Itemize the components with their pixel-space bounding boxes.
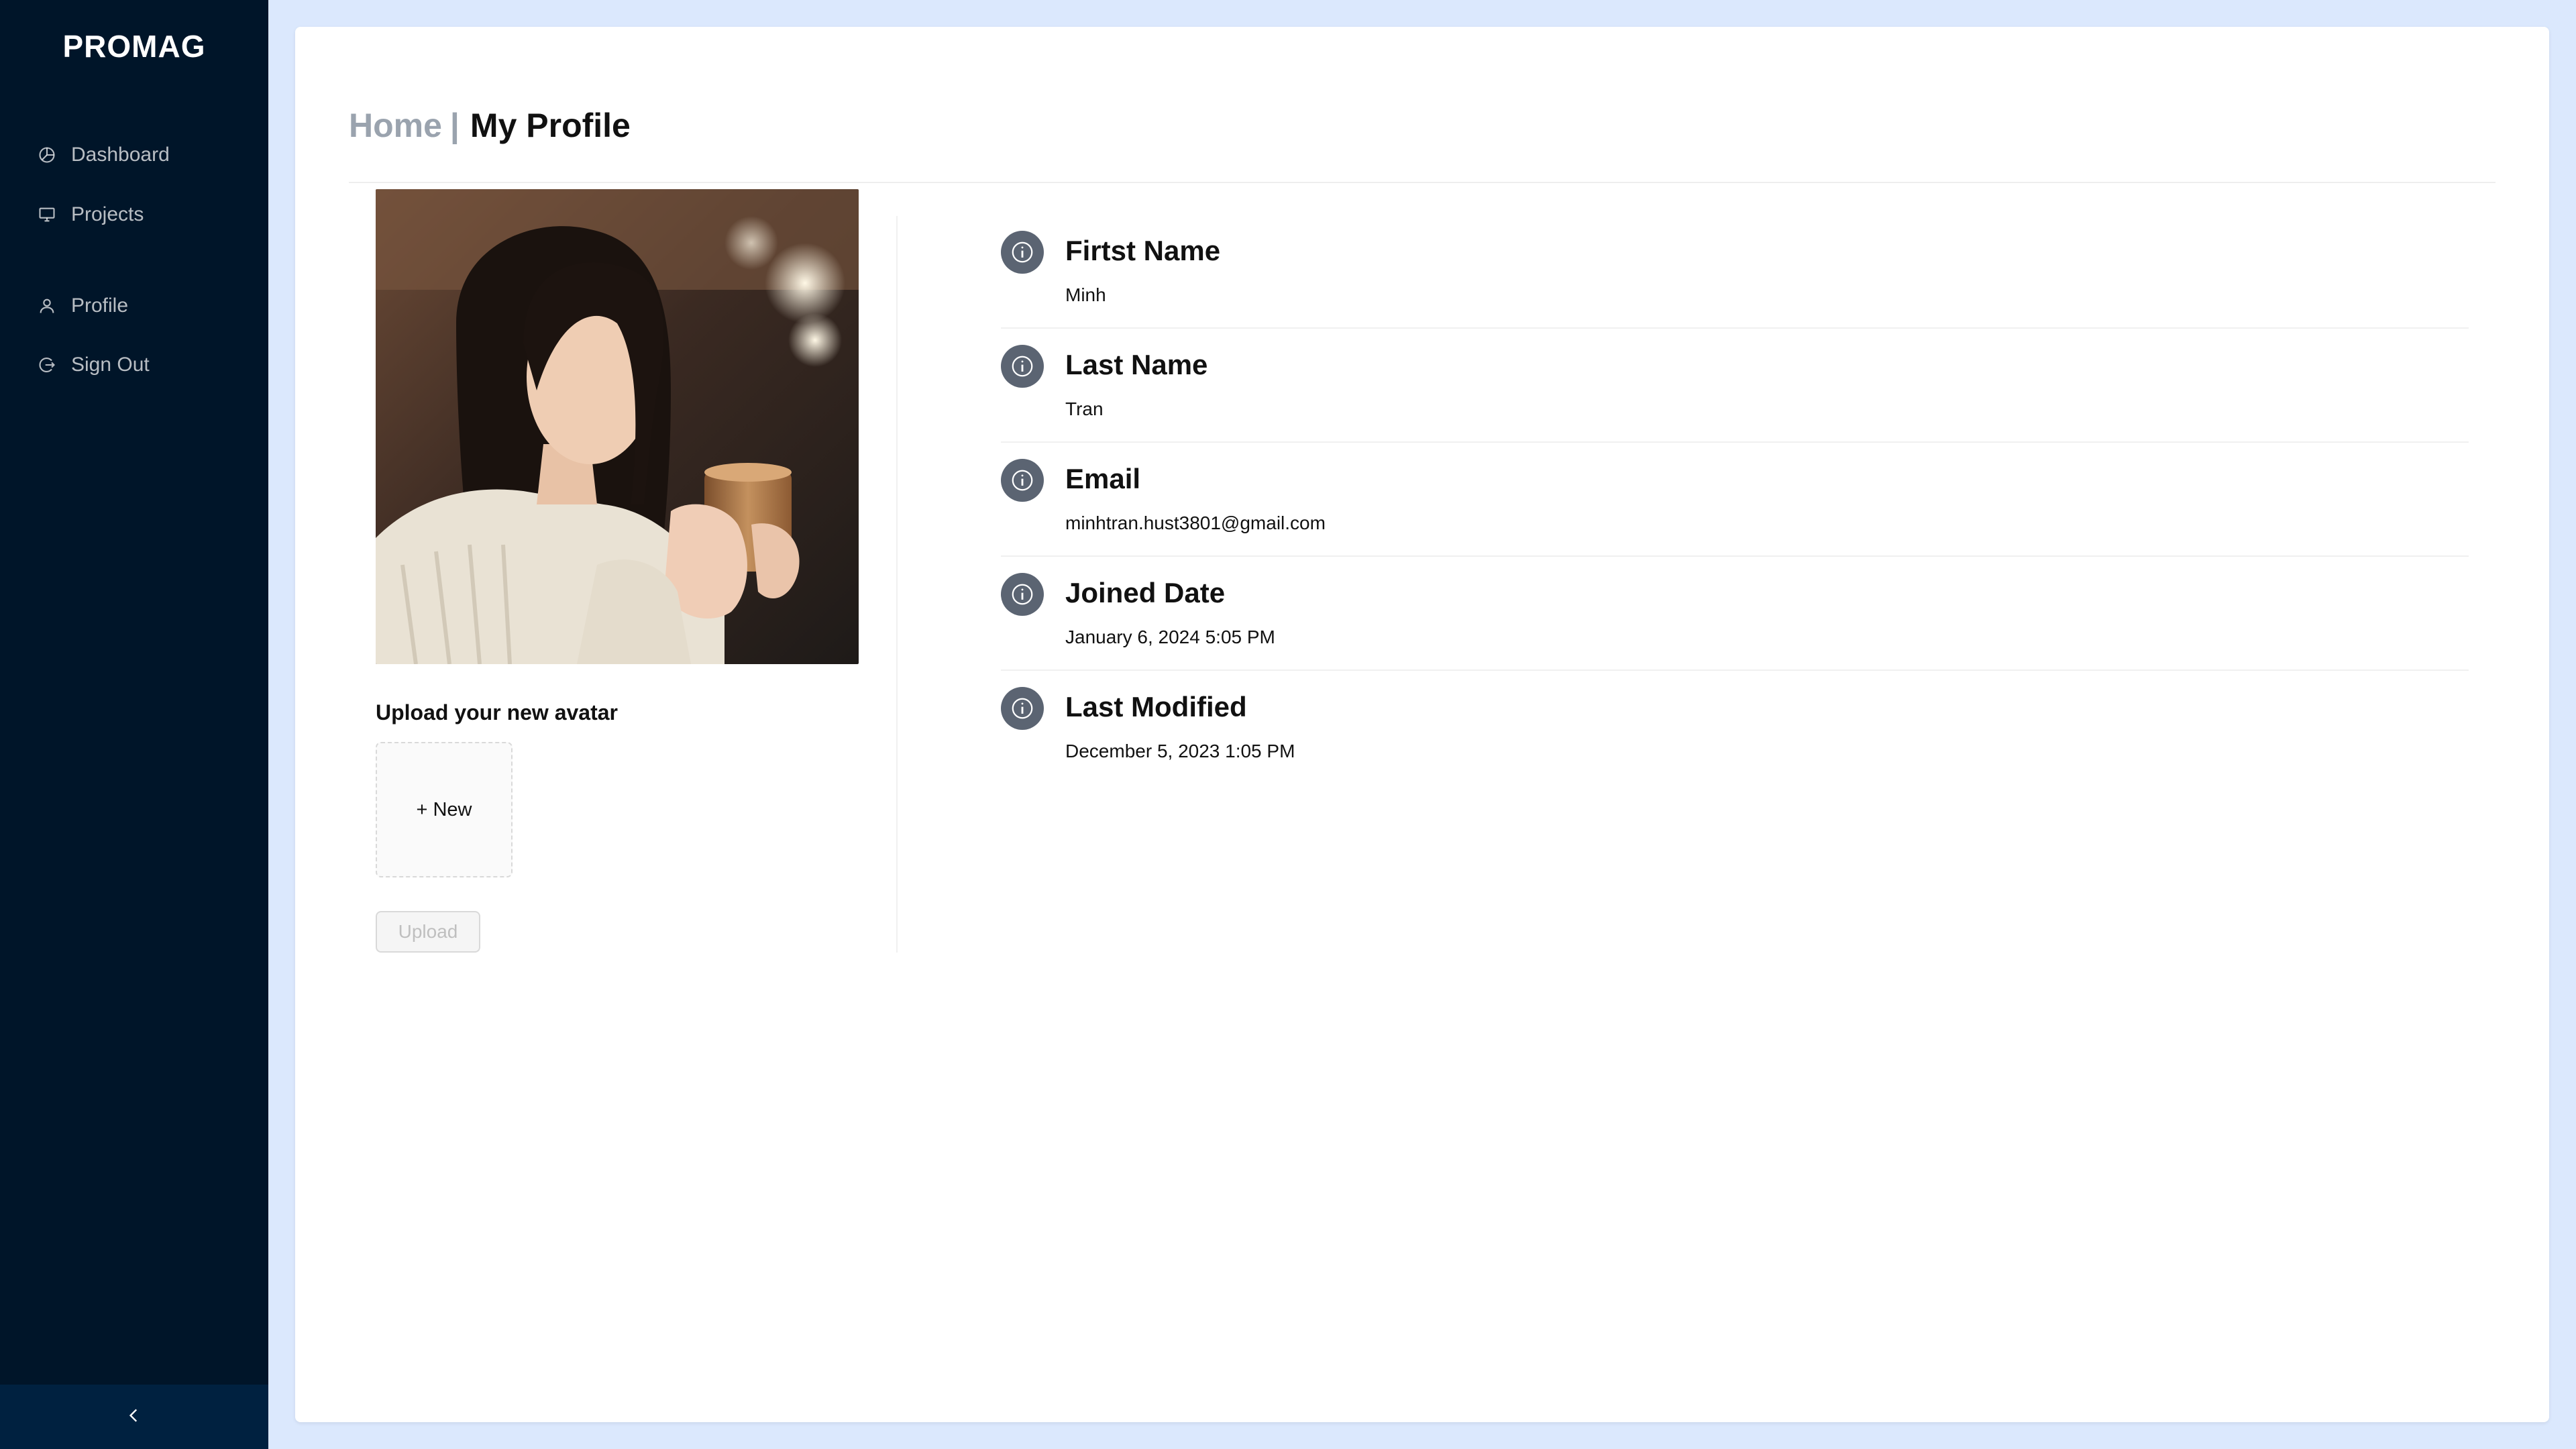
column-divider xyxy=(896,216,898,953)
info-icon xyxy=(1001,231,1044,274)
row-divider xyxy=(1001,327,2469,329)
sidebar-item-sign-out[interactable]: Sign Out xyxy=(0,338,268,392)
field-title: Email xyxy=(1065,463,1141,494)
sidebar-item-dashboard[interactable]: Dashboard xyxy=(0,128,268,182)
info-icon xyxy=(1001,573,1044,616)
sidebar-item-label: Projects xyxy=(71,203,144,225)
info-icon xyxy=(1001,687,1044,730)
field-value: minhtran.hust3801@gmail.com xyxy=(1065,513,1326,533)
info-icon xyxy=(1001,459,1044,502)
breadcrumb-separator: | xyxy=(449,107,460,144)
field-value: January 6, 2024 5:05 PM xyxy=(1065,627,1275,647)
field-title: Last Name xyxy=(1065,349,1208,380)
header-divider xyxy=(349,182,2496,183)
row-divider xyxy=(1001,441,2469,443)
sidebar-item-projects[interactable]: Projects xyxy=(0,188,268,241)
field-value: Minh xyxy=(1065,284,1106,305)
chevron-left-icon xyxy=(125,1407,143,1428)
breadcrumb: Home | My Profile xyxy=(349,106,631,145)
profile-field-joined-date: Joined Date January 6, 2024 5:05 PM xyxy=(1001,573,2469,687)
profile-card: Home | My Profile Upload your new avatar… xyxy=(295,27,2549,1422)
breadcrumb-home-link[interactable]: Home xyxy=(349,106,442,145)
field-value: Tran xyxy=(1065,398,1104,419)
sidebar-item-label: Sign Out xyxy=(71,354,150,376)
logout-icon xyxy=(38,356,56,374)
pie-chart-icon xyxy=(38,146,56,164)
avatar-image xyxy=(376,189,859,664)
row-divider xyxy=(1001,669,2469,671)
sidebar-collapse-button[interactable] xyxy=(0,1385,268,1449)
sidebar-item-label: Profile xyxy=(71,294,129,317)
new-avatar-picker[interactable]: + New xyxy=(376,742,513,877)
field-title: Last Modified xyxy=(1065,691,1247,722)
upload-button[interactable]: Upload xyxy=(376,911,480,953)
upload-button-label: Upload xyxy=(398,921,458,942)
profile-field-last-name: Last Name Tran xyxy=(1001,345,2469,459)
user-icon xyxy=(38,297,56,315)
profile-field-email: Email minhtran.hust3801@gmail.com xyxy=(1001,459,2469,573)
profile-field-first-name: Firtst Name Minh xyxy=(1001,231,2469,345)
field-title: Joined Date xyxy=(1065,577,1226,608)
desktop-icon xyxy=(38,205,56,224)
app-logo: PROMAG xyxy=(62,29,206,64)
profile-field-last-modified: Last Modified December 5, 2023 1:05 PM xyxy=(1001,687,2469,801)
sidebar-item-label: Dashboard xyxy=(71,144,170,166)
page-title: My Profile xyxy=(470,107,631,144)
field-title: Firtst Name xyxy=(1065,235,1221,266)
field-value: December 5, 2023 1:05 PM xyxy=(1065,741,1295,761)
sidebar-item-profile[interactable]: Profile xyxy=(0,279,268,333)
upload-avatar-label: Upload your new avatar xyxy=(376,700,618,724)
new-avatar-label: + New xyxy=(416,798,472,820)
row-divider xyxy=(1001,555,2469,557)
info-icon xyxy=(1001,345,1044,388)
sidebar: PROMAG Dashboard Projects Profile Sign O… xyxy=(0,0,268,1449)
